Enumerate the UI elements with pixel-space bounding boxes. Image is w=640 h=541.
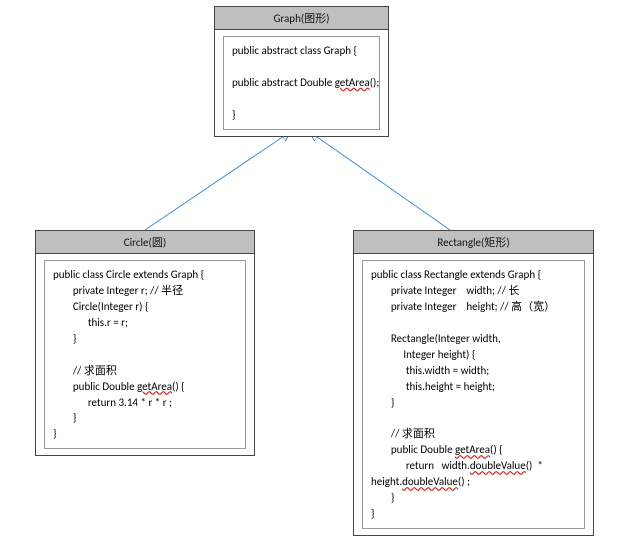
code-line: Rectangle(Integer width, xyxy=(371,332,501,345)
class-title-rectangle: Rectangle(矩形) xyxy=(354,231,593,254)
code-line: public abstract class Graph { xyxy=(232,44,357,57)
code-line: height. xyxy=(371,475,402,488)
code-line: } xyxy=(232,108,235,121)
code-line: } xyxy=(53,332,76,345)
class-box-graph: Graph(图形) public abstract class Graph { … xyxy=(214,6,389,137)
code-line: } xyxy=(53,427,56,440)
code-line: // 求面积 xyxy=(53,364,117,377)
class-box-rectangle: Rectangle(矩形) public class Rectangle ext… xyxy=(353,230,594,536)
method-doublevalue: doubleValue xyxy=(470,459,526,472)
code-line: () { xyxy=(490,443,503,456)
code-line: () * xyxy=(526,459,543,472)
code-line: public Double xyxy=(53,380,137,393)
class-title-graph: Graph(图形) xyxy=(215,7,388,30)
code-line: public abstract Double xyxy=(232,76,335,89)
code-line: this.r = r; xyxy=(53,316,128,329)
class-title-circle: Circle(圆) xyxy=(36,231,254,254)
method-getarea: getArea xyxy=(137,380,172,393)
code-line: } xyxy=(371,507,374,520)
method-getarea: getArea xyxy=(455,443,490,456)
code-line: public class Rectangle extends Graph { xyxy=(371,268,541,281)
method-doublevalue: doubleValue xyxy=(402,475,458,488)
code-line: Circle(Integer r) { xyxy=(53,300,148,313)
code-line: this.height = height; xyxy=(371,380,495,393)
code-line: } xyxy=(53,411,76,424)
class-code-graph: public abstract class Graph { public abs… xyxy=(223,36,380,130)
class-code-rectangle: public class Rectangle extends Graph { p… xyxy=(362,260,585,529)
code-line: () ; xyxy=(458,475,470,488)
code-line: public Double xyxy=(371,443,455,456)
class-code-circle: public class Circle extends Graph { priv… xyxy=(44,260,246,449)
code-line: public class Circle extends Graph { xyxy=(53,268,204,281)
code-line: // 求面积 xyxy=(371,427,435,440)
code-line: this.width = width; xyxy=(371,364,489,377)
code-line: } xyxy=(371,491,394,504)
code-line: private Integer r; // 半径 xyxy=(53,284,183,297)
code-line: private Integer height; // 高（宽） xyxy=(371,300,555,313)
code-line: return 3.14 * r * r ; xyxy=(53,396,172,409)
code-line: return width. xyxy=(371,459,470,472)
code-line: } xyxy=(371,396,394,409)
code-line: (); xyxy=(370,76,380,89)
code-line: () { xyxy=(172,380,185,393)
class-box-circle: Circle(圆) public class Circle extends Gr… xyxy=(35,230,255,456)
method-getarea: getArea xyxy=(335,76,370,89)
code-line: private Integer width; // 长 xyxy=(371,284,519,297)
code-line: Integer height) { xyxy=(371,348,475,361)
